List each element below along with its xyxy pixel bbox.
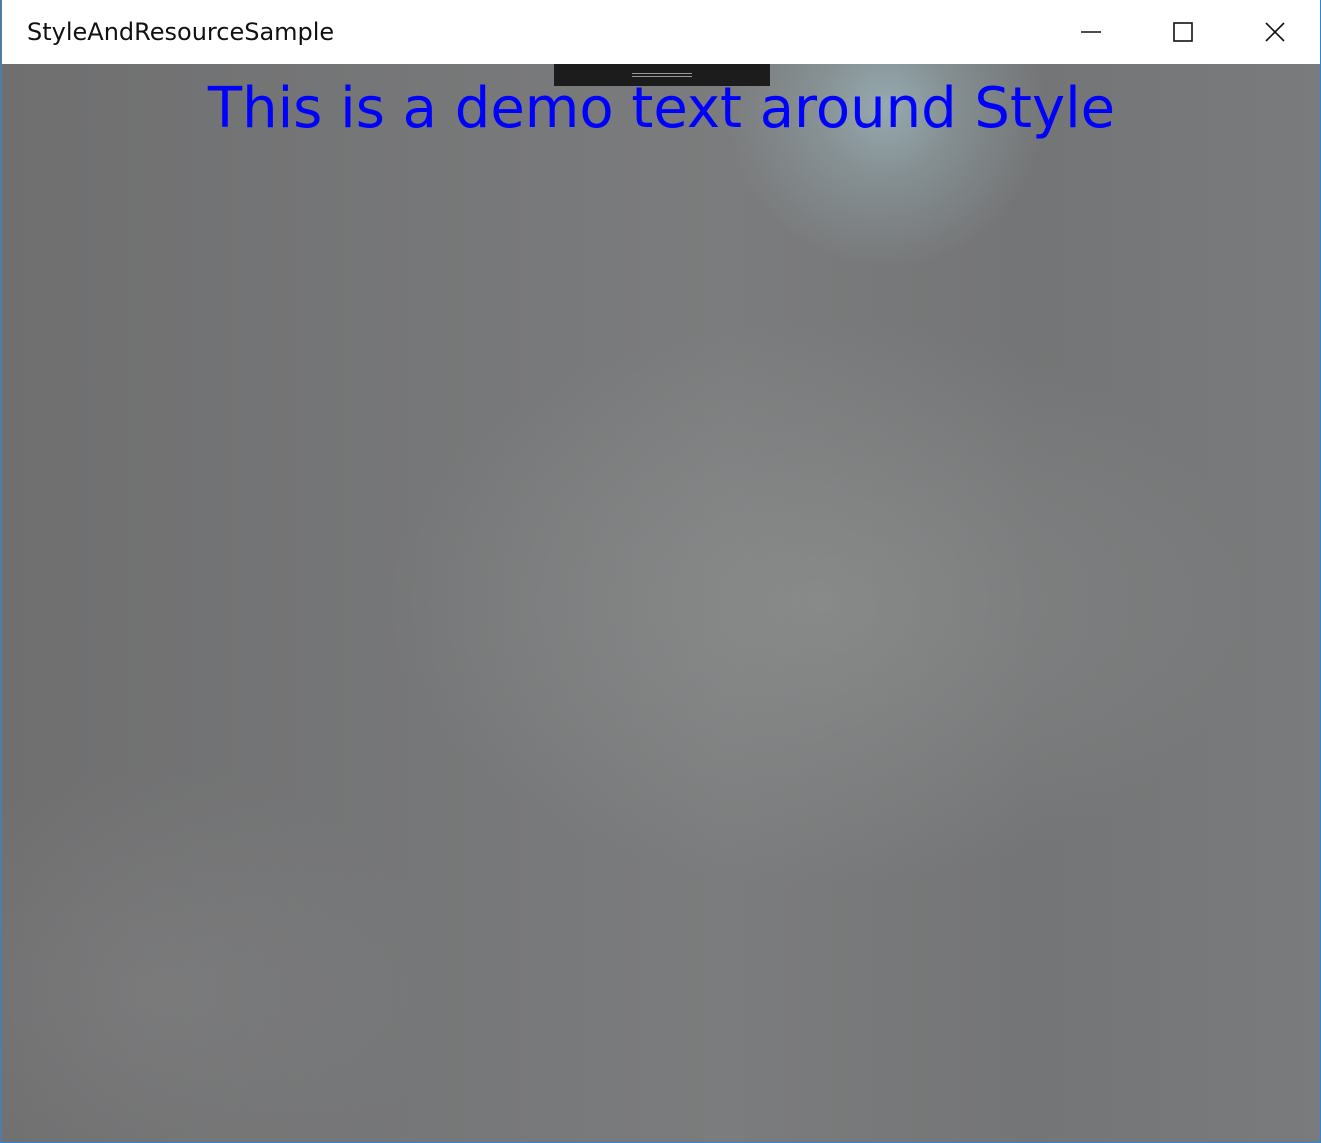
toolbar-grip-line (632, 76, 692, 77)
app-window: StyleAndResourceSample This is a demo te… (0, 0, 1321, 1143)
toolbar-grip-line (632, 73, 692, 74)
window-title: StyleAndResourceSample (27, 18, 335, 46)
title-bar[interactable]: StyleAndResourceSample (2, 0, 1320, 64)
close-icon (1265, 22, 1285, 42)
maximize-button[interactable] (1137, 0, 1229, 64)
maximize-icon (1173, 22, 1193, 42)
minimize-icon (1081, 31, 1101, 33)
close-button[interactable] (1229, 0, 1320, 64)
app-content-area (2, 64, 1320, 1142)
minimize-button[interactable] (1044, 0, 1136, 64)
debug-toolbar[interactable] (554, 64, 770, 86)
